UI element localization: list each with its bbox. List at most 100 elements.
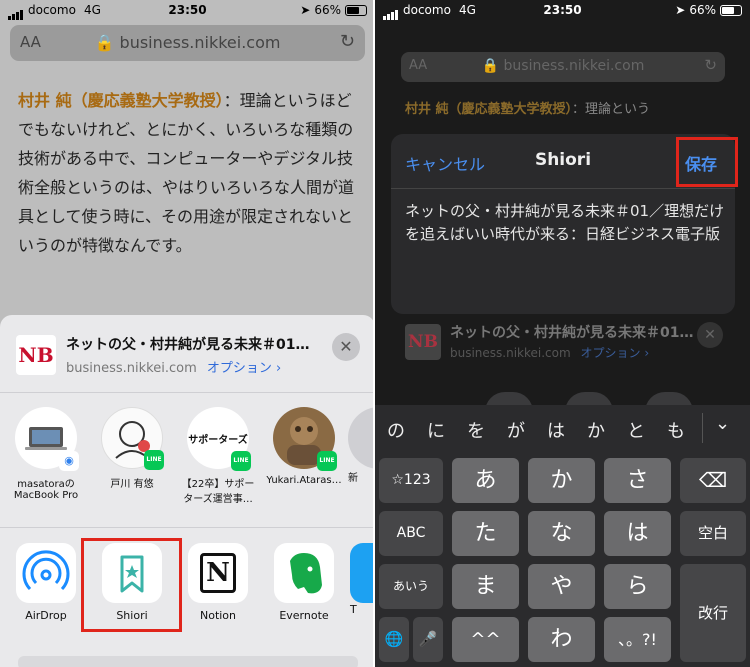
space-key[interactable]: 空白	[680, 511, 746, 556]
share-domain: business.nikkei.com	[66, 361, 197, 376]
key-sa[interactable]: さ	[604, 458, 671, 503]
app-label: Notion	[199, 609, 237, 622]
line-badge-icon: LINE	[317, 451, 337, 471]
url-domain[interactable]: 🔒 business.nikkei.com	[10, 33, 365, 52]
article-body: 村井 純（慶応義塾大学教授）：理論という	[405, 98, 650, 117]
status-bar: docomo 4G 23:50 ➤ 66%	[375, 0, 750, 22]
prediction-word[interactable]: に	[427, 417, 445, 443]
contact-supporters[interactable]: サポーターズ LINE 【22卒】サポー ターズ運営事…	[176, 407, 260, 505]
bookmark-title-field[interactable]: ネットの父・村井純が見る未来＃01／理想だけを追えばいい時代が来る：日経ビジネス…	[405, 200, 725, 246]
dialog-divider	[391, 188, 735, 189]
key-numbers[interactable]: ☆123	[379, 458, 443, 503]
contact-label: 【22卒】サポー	[181, 479, 255, 490]
partial-avatar	[348, 407, 375, 469]
macbook-avatar: ◉	[15, 407, 79, 471]
app-partial[interactable]: T	[350, 543, 375, 616]
airdrop-contacts-row: ◉ masatoraの MacBook Pro LINE 戸川 有悠 サポーター…	[0, 407, 375, 517]
key-ka[interactable]: か	[528, 458, 595, 503]
article-text: ：理論というほどでもないけれど、とにかく、いろいろな種類の技術がある中で、コンピ…	[18, 91, 355, 255]
microphone-icon[interactable]: 🎤	[413, 617, 443, 662]
app-airdrop[interactable]: AirDrop	[6, 543, 86, 622]
close-button[interactable]: ✕	[332, 333, 360, 361]
location-icon: ➤	[300, 3, 311, 17]
shiori-highlight-box	[81, 538, 182, 632]
key-a[interactable]: あ	[452, 458, 519, 503]
battery-icon	[345, 4, 367, 16]
prediction-word[interactable]: を	[467, 417, 485, 443]
airdrop-badge-icon: ◉	[59, 451, 79, 471]
options-link: オプション ›	[580, 346, 650, 360]
share-domain: business.nikkei.com	[450, 346, 571, 360]
japanese-keyboard: の に を が は か と も ⌄ ☆123 あ か さ ⌫ ABC た な は…	[375, 405, 750, 667]
prediction-word[interactable]: は	[547, 417, 565, 443]
prediction-word[interactable]: の	[387, 417, 405, 443]
share-title: ネットの父・村井純が見る未来＃01…	[66, 337, 310, 353]
nikkei-business-logo: NB	[16, 335, 56, 375]
url-text: business.nikkei.com	[503, 58, 645, 74]
url-bar: AA 🔒 business.nikkei.com ↻	[401, 52, 725, 82]
key-ma[interactable]: ま	[452, 564, 519, 609]
url-text: business.nikkei.com	[119, 33, 281, 52]
backspace-icon[interactable]: ⌫	[680, 458, 746, 503]
right-screen: docomo 4G 23:50 ➤ 66% AA 🔒 business.nikk…	[375, 0, 750, 667]
key-ra[interactable]: ら	[604, 564, 671, 609]
yukari-avatar: LINE	[273, 407, 337, 471]
reload-icon: ↻	[704, 56, 717, 74]
key-abc[interactable]: ABC	[379, 511, 443, 556]
app-label: Evernote	[279, 609, 329, 622]
twitter-icon	[350, 543, 375, 603]
key-wa[interactable]: わ	[528, 617, 595, 662]
url-bar[interactable]: AA 🔒 business.nikkei.com ↻	[10, 25, 365, 61]
key-emoticon[interactable]: ^^	[452, 617, 519, 662]
prediction-word[interactable]: と	[627, 417, 645, 443]
article-text: ：理論という	[572, 102, 651, 117]
return-key[interactable]: 改行	[680, 564, 746, 662]
close-button: ✕	[697, 322, 723, 348]
share-sheet-header: NB ネットの父・村井純が見る未来＃01… business.nikkei.co…	[375, 318, 750, 378]
left-screen: docomo 4G 23:50 ➤ 66% AA 🔒 business.nikk…	[0, 0, 375, 667]
key-ta[interactable]: た	[452, 511, 519, 556]
key-na[interactable]: な	[528, 511, 595, 556]
app-notion[interactable]: N Notion	[178, 543, 258, 622]
contact-label: 戸川 有悠	[110, 479, 154, 490]
globe-icon[interactable]: 🌐	[379, 617, 409, 662]
key-ya[interactable]: や	[528, 564, 595, 609]
contact-partial[interactable]: 新	[348, 407, 375, 484]
prediction-word[interactable]: も	[667, 417, 685, 443]
article-author: 村井 純（慶応義塾大学教授）	[18, 91, 224, 110]
share-title: ネットの父・村井純が見る未来＃01…	[450, 325, 694, 341]
article-author: 村井 純（慶応義塾大学教授）	[405, 102, 573, 117]
contact-macbook[interactable]: ◉ masatoraの MacBook Pro	[4, 407, 88, 501]
app-evernote[interactable]: Evernote	[264, 543, 344, 622]
prediction-word[interactable]: か	[587, 417, 605, 443]
key-aiu[interactable]: あいう	[379, 564, 443, 609]
chevron-down-icon[interactable]: ⌄	[715, 413, 730, 434]
url-domain: 🔒 business.nikkei.com	[401, 58, 725, 74]
prediction-separator	[702, 413, 703, 443]
supporters-avatar: サポーターズ LINE	[187, 407, 251, 471]
share-sheet: NB ネットの父・村井純が見る未来＃01… business.nikkei.co…	[0, 315, 375, 667]
notion-glyph: N	[200, 553, 236, 593]
prediction-bar: の に を が は か と も ⌄	[375, 405, 750, 451]
line-badge-icon: LINE	[231, 451, 251, 471]
contact-label: 新	[348, 473, 358, 484]
supporters-logo-text: サポーターズ	[188, 435, 248, 446]
contact-togawa[interactable]: LINE 戸川 有悠	[90, 407, 174, 490]
battery-percent: 66%	[314, 3, 341, 17]
battery-icon	[720, 4, 742, 16]
share-actions-bar	[18, 656, 358, 667]
section-divider	[0, 527, 375, 528]
line-badge-icon: LINE	[144, 450, 164, 470]
key-punctuation[interactable]: 、。?!	[604, 617, 671, 662]
app-label: AirDrop	[25, 609, 67, 622]
contact-yukari[interactable]: LINE Yukari.Ataras…	[262, 407, 346, 486]
share-subtitle: business.nikkei.com オプション ›	[450, 344, 649, 361]
reload-icon[interactable]: ↻	[340, 31, 355, 52]
key-ha[interactable]: は	[604, 511, 671, 556]
notion-icon: N	[188, 543, 248, 603]
prediction-word[interactable]: が	[507, 417, 525, 443]
article-body: 村井 純（慶応義塾大学教授）：理論というほどでもないけれど、とにかく、いろいろな…	[18, 86, 358, 260]
options-link[interactable]: オプション ›	[207, 361, 281, 376]
share-subtitle: business.nikkei.com オプション ›	[66, 357, 281, 376]
lock-icon: 🔒	[94, 33, 115, 52]
